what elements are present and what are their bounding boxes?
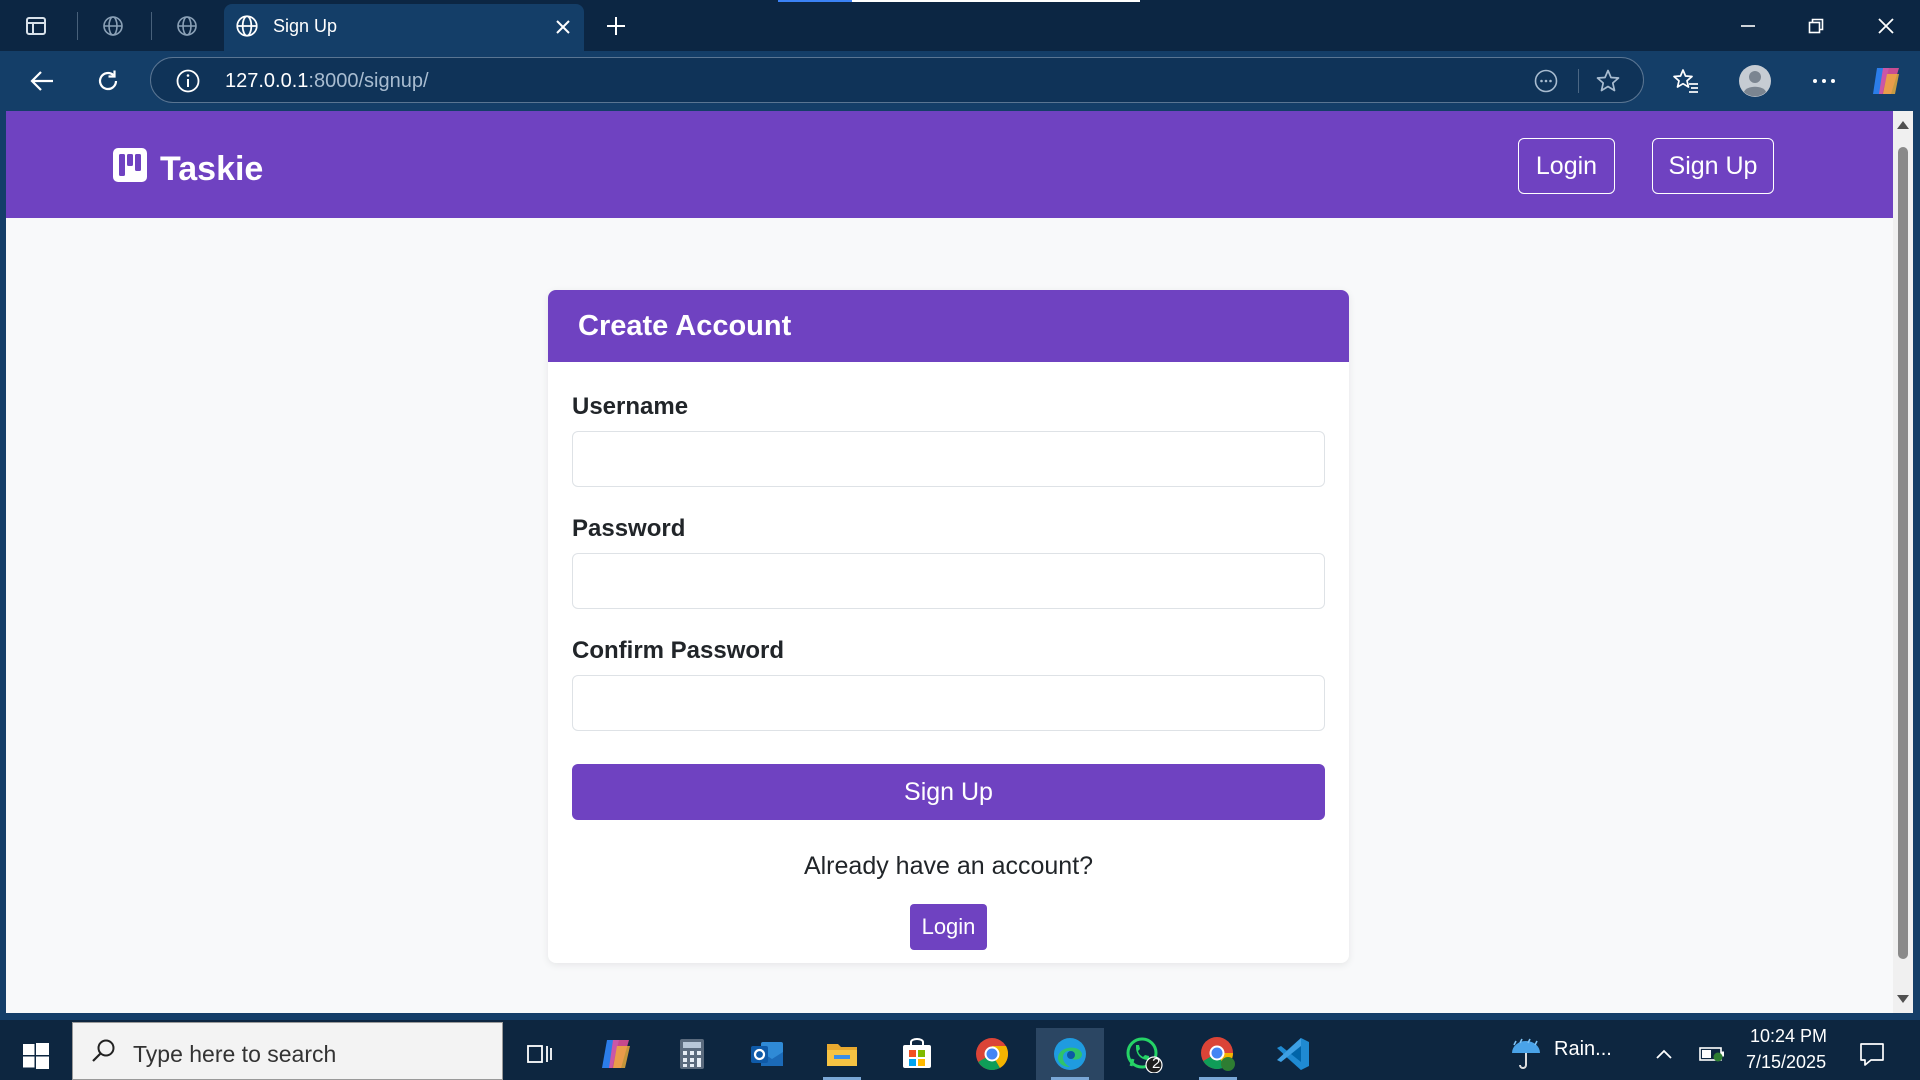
browser-tab-strip: Sign Up	[0, 0, 1920, 51]
notification-badge: 2	[1152, 1055, 1161, 1072]
omnibox-separator	[1578, 69, 1579, 93]
file-explorer-icon[interactable]	[811, 1028, 873, 1080]
globe-icon	[234, 13, 260, 44]
tab-separator	[151, 12, 152, 40]
windows-taskbar: Type here to search 2 Rain... 10:24 PM 7…	[0, 1020, 1920, 1080]
edge-icon[interactable]	[1036, 1028, 1104, 1080]
profile-avatar-icon[interactable]	[1735, 61, 1775, 101]
site-navbar: Taskie Login Sign Up	[6, 111, 1893, 218]
address-toolbar: 127.0.0.1:8000/signup/	[0, 51, 1920, 111]
loading-indicator	[778, 0, 852, 2]
copilot-icon[interactable]	[1866, 61, 1906, 101]
calculator-icon[interactable]	[661, 1028, 723, 1080]
brand-link[interactable]: Taskie	[112, 147, 263, 192]
tray-chevron-up-icon[interactable]	[1646, 1028, 1682, 1080]
globe-icon[interactable]	[97, 10, 129, 42]
tab-actions-icon[interactable]	[20, 10, 52, 42]
password-input[interactable]	[572, 553, 1325, 609]
page-viewport: Taskie Login Sign Up Create Account User…	[6, 111, 1893, 1013]
favorites-icon[interactable]	[1666, 61, 1706, 101]
battery-icon[interactable]	[1694, 1028, 1730, 1080]
nav-signup-button[interactable]: Sign Up	[1652, 138, 1774, 194]
card-header: Create Account	[548, 290, 1349, 362]
chrome-profile-icon[interactable]	[1187, 1028, 1249, 1080]
vscode-icon[interactable]	[1262, 1028, 1324, 1080]
address-bar[interactable]: 127.0.0.1:8000/signup/	[150, 57, 1644, 103]
card-title: Create Account	[578, 310, 792, 342]
nav-login-button[interactable]: Login	[1518, 138, 1615, 194]
window-border	[1913, 111, 1920, 1013]
tab-title: Sign Up	[273, 16, 338, 36]
whatsapp-icon[interactable]: 2	[1113, 1028, 1175, 1080]
confirm-password-input[interactable]	[572, 675, 1325, 731]
tab-separator	[77, 12, 78, 40]
confirm-password-label: Confirm Password	[572, 637, 785, 664]
vertical-scrollbar[interactable]	[1893, 111, 1913, 1013]
globe-icon[interactable]	[171, 10, 203, 42]
close-window-icon[interactable]	[1858, 6, 1914, 46]
signup-card: Create Account Username Password Confirm…	[548, 290, 1349, 963]
scroll-up-arrow-icon[interactable]	[1897, 121, 1909, 129]
site-info-icon[interactable]	[175, 68, 201, 99]
chrome-icon[interactable]	[961, 1028, 1023, 1080]
search-placeholder: Type here to search	[133, 1041, 337, 1067]
reading-view-icon[interactable]	[1531, 66, 1561, 96]
scrollbar-thumb[interactable]	[1898, 147, 1908, 959]
minimize-icon[interactable]	[1720, 6, 1776, 46]
kanban-board-icon	[112, 147, 148, 192]
search-icon	[91, 1038, 117, 1069]
tab-active[interactable]: Sign Up	[224, 4, 584, 51]
clock-date[interactable]: 7/15/2025	[1746, 1052, 1826, 1073]
back-arrow-icon[interactable]	[22, 61, 62, 101]
reload-icon[interactable]	[88, 61, 128, 101]
login-link-button[interactable]: Login	[910, 904, 987, 950]
window-border	[0, 1013, 1920, 1020]
new-tab-icon[interactable]	[600, 10, 632, 42]
windows-start-icon[interactable]	[14, 1034, 58, 1078]
outlook-icon[interactable]	[736, 1028, 798, 1080]
brand-name: Taskie	[160, 150, 264, 188]
microsoft-store-icon[interactable]	[886, 1028, 948, 1080]
taskbar-search-box[interactable]: Type here to search	[72, 1022, 503, 1080]
weather-rain-icon[interactable]	[1502, 1028, 1550, 1080]
weather-text[interactable]: Rain...	[1554, 1038, 1612, 1061]
username-input[interactable]	[572, 431, 1325, 487]
already-account-text: Already have an account?	[803, 852, 1094, 880]
task-view-icon[interactable]	[509, 1028, 571, 1080]
notification-center-icon[interactable]	[1850, 1028, 1894, 1080]
scroll-down-arrow-icon[interactable]	[1897, 995, 1909, 1003]
password-label: Password	[572, 515, 686, 542]
copilot-app-icon[interactable]	[585, 1028, 647, 1080]
loading-track	[852, 0, 1140, 2]
url-text[interactable]: 127.0.0.1:8000/signup/	[225, 70, 429, 93]
restore-icon[interactable]	[1788, 6, 1844, 46]
clock-time[interactable]: 10:24 PM	[1750, 1026, 1827, 1047]
username-label: Username	[572, 393, 689, 420]
signup-submit-button[interactable]: Sign Up	[572, 764, 1325, 820]
close-tab-icon[interactable]	[548, 12, 578, 42]
more-options-icon[interactable]	[1804, 61, 1844, 101]
favorite-star-icon[interactable]	[1593, 66, 1623, 96]
